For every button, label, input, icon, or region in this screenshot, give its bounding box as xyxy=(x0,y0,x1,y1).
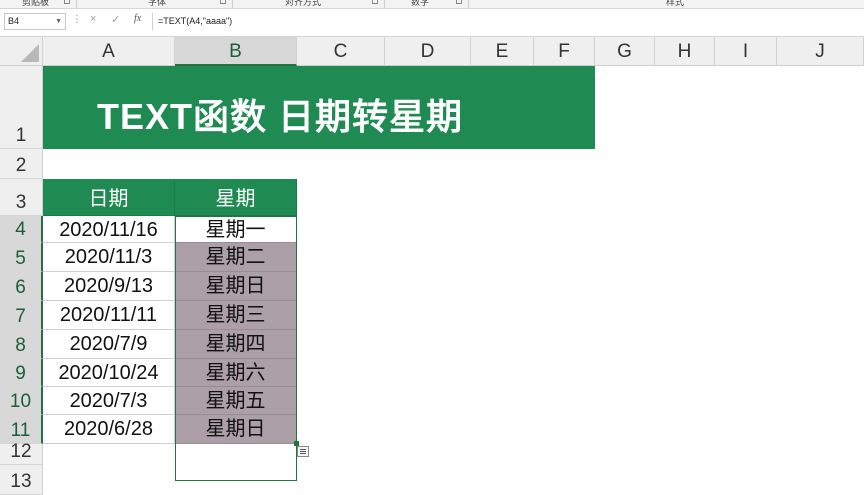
column-header-d[interactable]: D xyxy=(385,37,471,66)
ribbon-group-alignment: 对齐方式 xyxy=(285,0,322,7)
chevron-down-icon[interactable]: ▼ xyxy=(55,14,62,29)
weekday-cell[interactable]: 星期六 xyxy=(175,359,297,387)
formula-input[interactable]: =TEXT(A4,"aaaa") xyxy=(152,13,864,30)
row-number: 13 xyxy=(10,471,32,492)
enter-icon[interactable]: ✓ xyxy=(111,13,120,26)
row-number: 12 xyxy=(10,441,32,462)
row-number: 6 xyxy=(15,277,26,298)
weekday-cell[interactable]: 星期日 xyxy=(175,272,297,301)
column-header-c[interactable]: C xyxy=(297,37,385,66)
sheet-title: TEXT函数 日期转星期 xyxy=(97,96,464,137)
column-header-a[interactable]: A xyxy=(43,37,175,66)
row-header-5[interactable]: 5 xyxy=(0,243,43,272)
date-cell[interactable]: 2020/6/28 xyxy=(43,415,175,444)
weekday-cell[interactable]: 星期四 xyxy=(175,330,297,359)
weekday-cell[interactable]: 星期三 xyxy=(175,301,297,330)
row-number: 4 xyxy=(15,219,26,240)
row-header-8[interactable]: 8 xyxy=(0,330,43,359)
date-cell[interactable]: 2020/7/3 xyxy=(43,387,175,415)
header-cell-date[interactable]: 日期 xyxy=(43,179,175,216)
row-header-12[interactable]: 12 xyxy=(0,441,43,465)
column-header-h[interactable]: H xyxy=(655,37,715,66)
row-header-9[interactable]: 9 xyxy=(0,359,43,387)
row-number: 5 xyxy=(15,248,26,269)
row-number: 8 xyxy=(15,335,26,356)
name-box-value: B4 xyxy=(8,16,20,26)
row-header-2[interactable]: 2 xyxy=(0,149,43,179)
row-number: 11 xyxy=(10,420,31,441)
date-cell[interactable]: 2020/10/24 xyxy=(43,359,175,387)
row-number: 2 xyxy=(15,155,27,176)
date-cell[interactable]: 2020/11/11 xyxy=(43,301,175,330)
ribbon-group-styles: 样式 xyxy=(666,0,685,7)
row-header-3[interactable]: 3 xyxy=(0,179,43,216)
select-all-button[interactable] xyxy=(0,37,43,66)
weekday-cell-active[interactable]: 星期一 xyxy=(175,216,297,243)
ribbon-group-labels: 剪贴板 字体 对齐方式 数字 样式 xyxy=(0,0,864,9)
alignment-launcher-icon[interactable] xyxy=(372,0,378,4)
column-header-e[interactable]: E xyxy=(471,37,534,66)
row-number: 1 xyxy=(15,125,27,146)
date-cell[interactable]: 2020/7/9 xyxy=(43,330,175,359)
header-cell-weekday[interactable]: 星期 xyxy=(175,179,297,216)
row-header-11[interactable]: 11 xyxy=(0,415,43,444)
row-header-4[interactable]: 4 xyxy=(0,216,43,243)
quick-analysis-icon[interactable] xyxy=(297,446,309,457)
insert-function-icon[interactable]: fx xyxy=(134,13,141,24)
ribbon-group-clipboard: 剪贴板 xyxy=(22,0,50,7)
column-header-f[interactable]: F xyxy=(534,37,595,66)
ribbon-divider xyxy=(232,0,233,8)
column-header-j[interactable]: J xyxy=(777,37,864,66)
select-all-triangle-icon xyxy=(21,44,39,62)
column-header-b[interactable]: B xyxy=(175,37,297,66)
row-header-10[interactable]: 10 xyxy=(0,387,43,415)
column-header-g[interactable]: G xyxy=(595,37,655,66)
ribbon-divider xyxy=(76,0,77,8)
title-banner[interactable]: TEXT函数 日期转星期 xyxy=(43,66,595,149)
row-header-13[interactable]: 13 xyxy=(0,465,43,495)
ribbon-divider xyxy=(468,0,469,8)
row-number: 10 xyxy=(9,391,32,412)
clipboard-launcher-icon[interactable] xyxy=(64,0,70,4)
font-launcher-icon[interactable] xyxy=(220,0,226,4)
worksheet-grid: A B C D E F G H I J 1 2 3 4 5 6 7 8 9 10… xyxy=(0,37,864,495)
date-cell[interactable]: 2020/11/3 xyxy=(43,243,175,272)
weekday-cell[interactable]: 星期五 xyxy=(175,387,297,415)
ribbon-group-number: 数字 xyxy=(411,0,430,7)
name-box[interactable]: B4 ▼ xyxy=(4,13,66,30)
row-header-7[interactable]: 7 xyxy=(0,301,43,330)
ribbon-divider xyxy=(384,0,385,8)
row-number: 3 xyxy=(15,192,27,213)
ribbon-group-font: 字体 xyxy=(148,0,167,7)
drag-handle-icon[interactable]: ⋮ xyxy=(72,14,82,25)
column-header-i[interactable]: I xyxy=(715,37,777,66)
cancel-icon[interactable]: × xyxy=(90,13,96,25)
row-number: 9 xyxy=(15,363,26,384)
formula-bar: B4 ▼ ⋮ × ✓ fx =TEXT(A4,"aaaa") xyxy=(0,9,864,37)
row-number: 7 xyxy=(15,306,26,327)
weekday-cell[interactable]: 星期二 xyxy=(175,243,297,272)
date-cell[interactable]: 2020/9/13 xyxy=(43,272,175,301)
number-launcher-icon[interactable] xyxy=(456,0,462,4)
weekday-cell[interactable]: 星期日 xyxy=(175,415,297,444)
date-cell[interactable]: 2020/11/16 xyxy=(43,216,175,243)
row-header-6[interactable]: 6 xyxy=(0,272,43,301)
row-header-1[interactable]: 1 xyxy=(0,66,43,149)
